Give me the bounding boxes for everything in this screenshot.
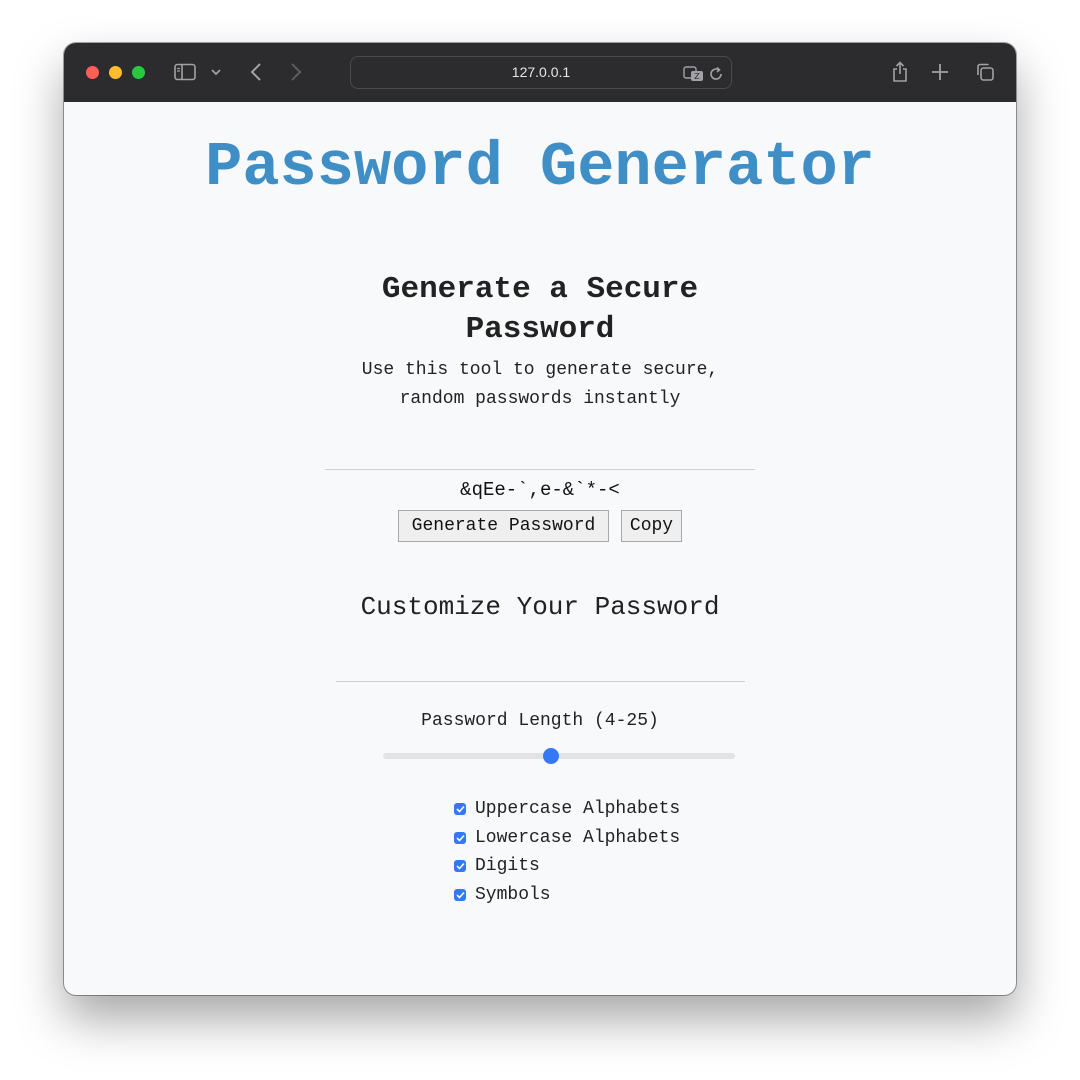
tabs-overview-icon[interactable] <box>974 60 996 84</box>
share-icon[interactable] <box>890 60 910 84</box>
option-label: Lowercase Alphabets <box>475 827 681 848</box>
option-label: Symbols <box>475 884 551 905</box>
minimize-window-button[interactable] <box>109 66 122 79</box>
copy-button[interactable]: Copy <box>621 510 682 542</box>
generated-password: &qEe-`,e-&`*-< <box>460 479 620 501</box>
close-window-button[interactable] <box>86 66 99 79</box>
checkmark-icon <box>455 805 465 813</box>
svg-text:Z: Z <box>694 72 700 81</box>
back-icon[interactable] <box>246 60 266 84</box>
password-length-label: Password Length (4-25) <box>421 711 659 731</box>
sidebar-icon[interactable] <box>174 60 196 84</box>
reload-icon[interactable] <box>707 62 725 86</box>
option-label: Uppercase Alphabets <box>475 799 681 819</box>
checkbox[interactable] <box>454 803 466 815</box>
checkbox[interactable] <box>454 860 466 872</box>
checkmark-icon <box>455 834 465 842</box>
option-row[interactable]: Uppercase Alphabets <box>454 798 680 820</box>
page-content: Password Generator Generate a Secure Pas… <box>64 102 1016 995</box>
slider-thumb[interactable] <box>542 748 559 764</box>
browser-toolbar: 127.0.0.1 Z <box>64 43 1016 102</box>
forward-icon[interactable] <box>286 60 306 84</box>
page-title: Password Generator <box>205 132 875 203</box>
new-tab-icon[interactable] <box>930 60 950 84</box>
url-text: 127.0.0.1 <box>511 64 571 80</box>
checkbox[interactable] <box>454 888 466 901</box>
password-length-slider[interactable] <box>383 753 735 759</box>
customize-title: Customize Your Password <box>360 592 720 622</box>
zoom-window-button[interactable] <box>132 66 145 79</box>
generate-password-button[interactable]: Generate Password <box>398 510 609 542</box>
option-row[interactable]: Symbols <box>454 884 551 906</box>
divider <box>325 469 755 470</box>
checkbox[interactable] <box>454 831 466 844</box>
chevron-down-icon[interactable] <box>209 60 223 84</box>
option-label: Digits <box>475 856 540 876</box>
translate-icon[interactable]: Z <box>683 62 705 86</box>
checkmark-icon <box>455 862 465 870</box>
checkmark-icon <box>455 891 465 899</box>
address-bar[interactable]: 127.0.0.1 Z <box>350 56 732 89</box>
option-row[interactable]: Lowercase Alphabets <box>454 827 680 849</box>
section-subtitle: Generate a Secure Password <box>381 272 699 347</box>
option-row[interactable]: Digits <box>454 855 540 877</box>
page-description: Use this tool to generate secure, random… <box>361 360 719 409</box>
browser-window: 127.0.0.1 Z Password Generator Generate … <box>64 43 1016 995</box>
divider <box>336 681 745 682</box>
